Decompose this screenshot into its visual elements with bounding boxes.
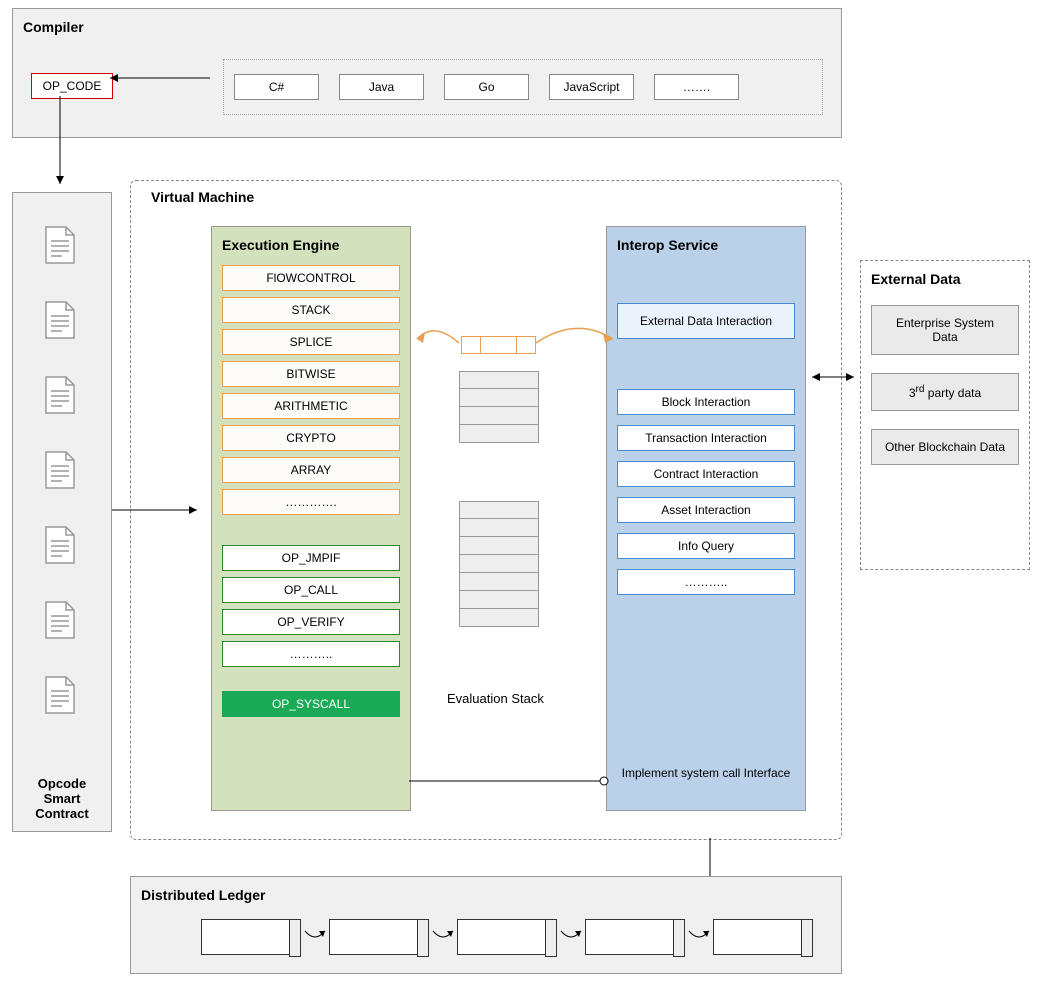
- op-more: ………….: [222, 489, 400, 515]
- op-flowcontrol: FlOWCONTROL: [222, 265, 400, 291]
- external-items: Enterprise System Data 3rd party data Ot…: [871, 305, 1019, 465]
- opcode-contract-title: Opcode Smart Contract: [13, 776, 111, 821]
- doc-icon: [44, 600, 76, 640]
- info-query: Info Query: [617, 533, 795, 559]
- impl-syscall-label: Implement system call Interface: [617, 766, 795, 780]
- op-call: OP_CALL: [222, 577, 400, 603]
- ledger-chain: [201, 919, 813, 955]
- interop-items: Block Interaction Transaction Interactio…: [617, 389, 795, 595]
- external-title: External Data: [871, 271, 1019, 287]
- doc-icon: [44, 300, 76, 340]
- lang-java: Java: [339, 74, 424, 100]
- lang-csharp: C#: [234, 74, 319, 100]
- op-array: ARRAY: [222, 457, 400, 483]
- external-data-panel: External Data Enterprise System Data 3rd…: [860, 260, 1030, 570]
- ledger-block: [585, 919, 685, 955]
- lang-js: JavaScript: [549, 74, 634, 100]
- vm-title: Virtual Machine: [151, 189, 254, 205]
- transfer-box: [461, 336, 536, 354]
- ledger-title: Distributed Ledger: [141, 887, 831, 903]
- op-crypto: CRYPTO: [222, 425, 400, 451]
- op-call-more: ………..: [222, 641, 400, 667]
- opcode-contract-panel: Opcode Smart Contract: [12, 192, 112, 832]
- eval-stack-2: [459, 501, 539, 627]
- compiler-title: Compiler: [23, 19, 831, 35]
- compiler-panel: Compiler OP_CODE C# Java Go JavaScript ……: [12, 8, 842, 138]
- op-arithmetic: ARITHMETIC: [222, 393, 400, 419]
- other-blockchain-data: Other Blockchain Data: [871, 429, 1019, 465]
- langs-group: C# Java Go JavaScript …….: [223, 59, 823, 115]
- interop-more: ………..: [617, 569, 795, 595]
- op-syscall: OP_SYSCALL: [222, 691, 400, 717]
- third-party-data: 3rd party data: [871, 373, 1019, 411]
- ledger-block: [201, 919, 301, 955]
- asset-interaction: Asset Interaction: [617, 497, 795, 523]
- op-stack: STACK: [222, 297, 400, 323]
- ledger-block: [713, 919, 813, 955]
- engine-ops: FlOWCONTROL STACK SPLICE BITWISE ARITHME…: [222, 265, 400, 515]
- op-jmpif: OP_JMPIF: [222, 545, 400, 571]
- lang-more: …….: [654, 74, 739, 100]
- interop-panel: Interop Service External Data Interactio…: [606, 226, 806, 811]
- op-verify: OP_VERIFY: [222, 609, 400, 635]
- tx-interaction: Transaction Interaction: [617, 425, 795, 451]
- doc-icon: [44, 450, 76, 490]
- eval-stack-label: Evaluation Stack: [447, 691, 544, 706]
- contract-interaction: Contract Interaction: [617, 461, 795, 487]
- doc-icon: [44, 225, 76, 265]
- external-data-interaction: External Data Interaction: [617, 303, 795, 339]
- ledger-block: [457, 919, 557, 955]
- ledger-block: [329, 919, 429, 955]
- doc-icon: [44, 525, 76, 565]
- opcode-box: OP_CODE: [31, 73, 113, 99]
- engine-calls: OP_JMPIF OP_CALL OP_VERIFY ………..: [222, 545, 400, 667]
- eval-stack: [459, 371, 539, 443]
- op-bitwise: BITWISE: [222, 361, 400, 387]
- op-splice: SPLICE: [222, 329, 400, 355]
- engine-title: Execution Engine: [222, 237, 400, 253]
- vm-panel: Virtual Machine Execution Engine FlOWCON…: [130, 180, 842, 840]
- execution-engine-panel: Execution Engine FlOWCONTROL STACK SPLIC…: [211, 226, 411, 811]
- lang-go: Go: [444, 74, 529, 100]
- ledger-panel: Distributed Ledger: [130, 876, 842, 974]
- interop-title: Interop Service: [617, 237, 795, 253]
- doc-icon: [44, 675, 76, 715]
- doc-icon: [44, 375, 76, 415]
- enterprise-data: Enterprise System Data: [871, 305, 1019, 355]
- block-interaction: Block Interaction: [617, 389, 795, 415]
